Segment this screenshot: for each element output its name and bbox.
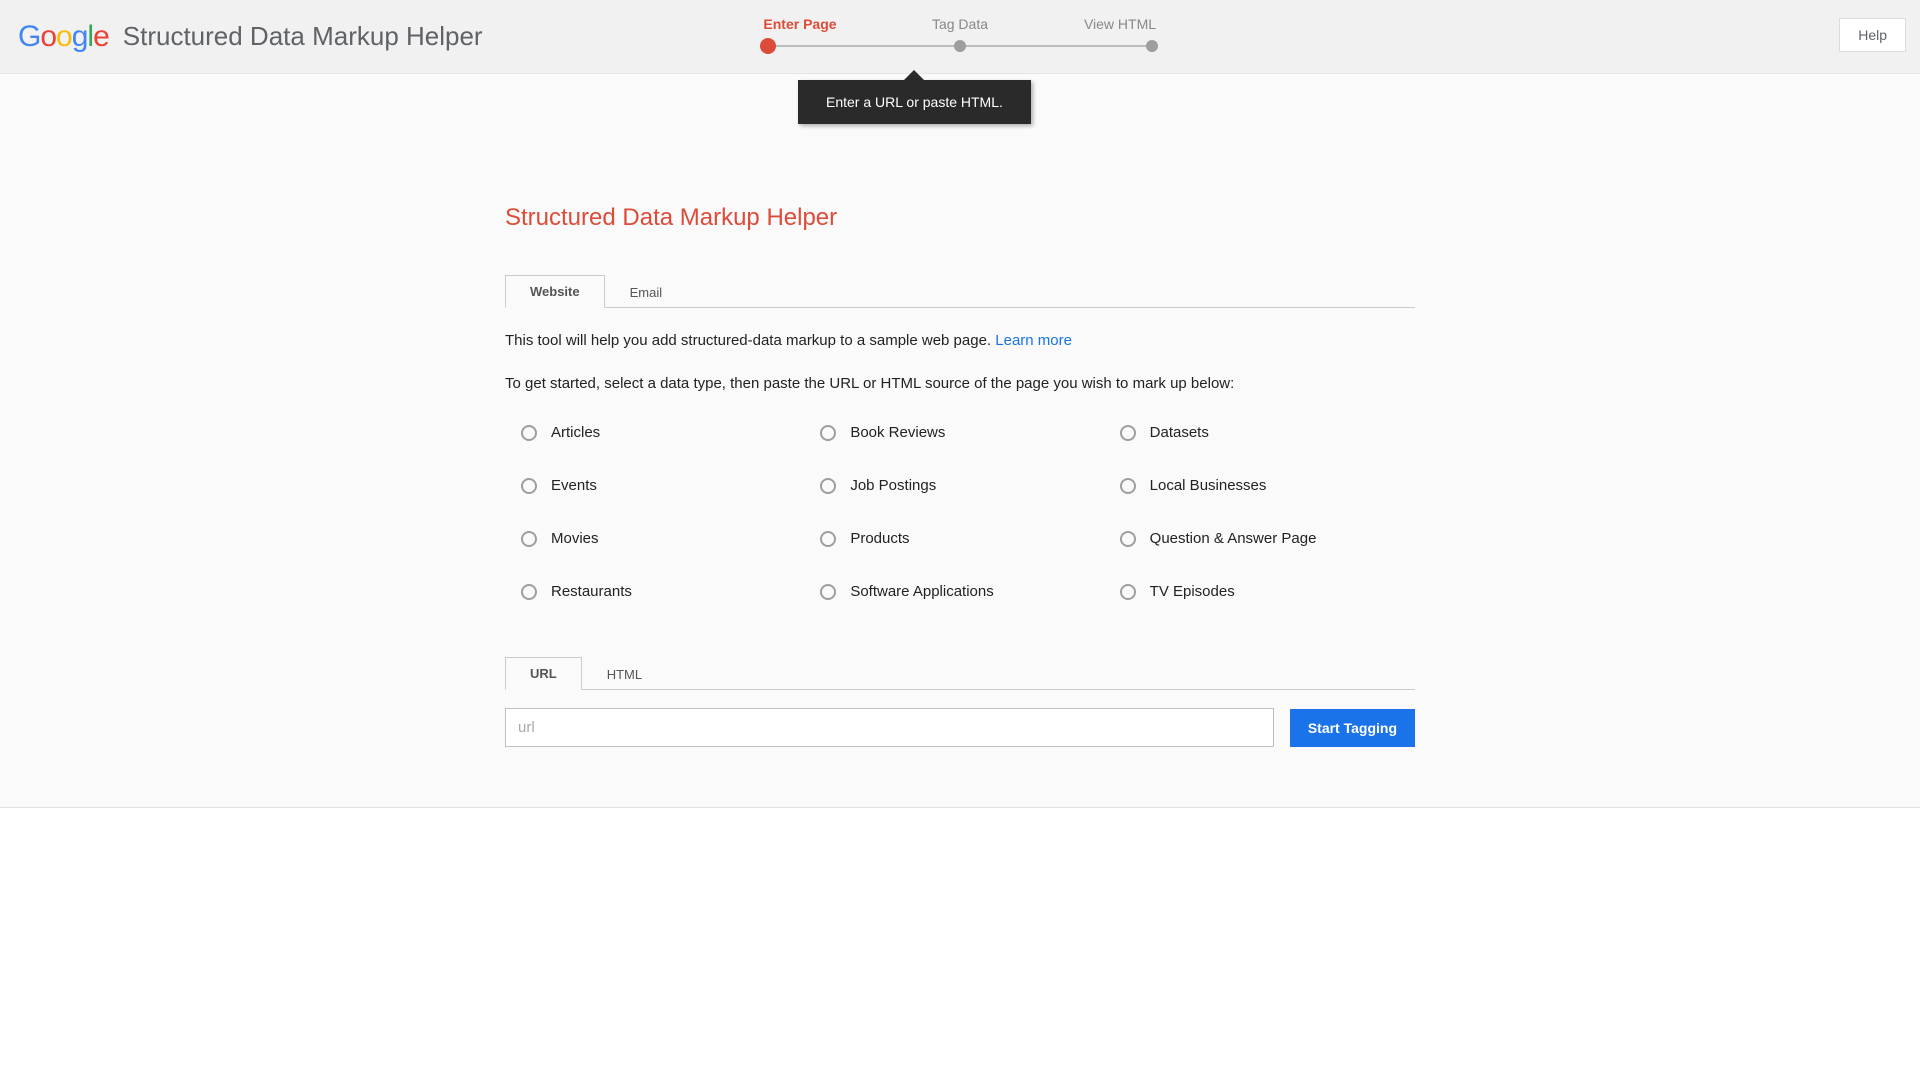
radio-icon bbox=[521, 425, 537, 441]
radio-products[interactable]: Products bbox=[820, 530, 1099, 547]
radio-label: Question & Answer Page bbox=[1150, 530, 1317, 547]
radio-local-businesses[interactable]: Local Businesses bbox=[1120, 477, 1399, 494]
tab-html[interactable]: HTML bbox=[582, 658, 667, 690]
radio-icon bbox=[1120, 584, 1136, 600]
step-tag-data[interactable]: Tag Data bbox=[880, 16, 1040, 32]
radio-label: Datasets bbox=[1150, 424, 1209, 441]
source-tabs: Website Email bbox=[505, 274, 1415, 308]
radio-label: Job Postings bbox=[850, 477, 936, 494]
stepper-line bbox=[720, 40, 1200, 52]
intro-text: This tool will help you add structured-d… bbox=[505, 332, 1415, 349]
radio-label: Events bbox=[551, 477, 597, 494]
radio-label: TV Episodes bbox=[1150, 583, 1235, 600]
page-body: Structured Data Markup Helper Website Em… bbox=[0, 74, 1920, 808]
radio-icon bbox=[521, 584, 537, 600]
radio-icon bbox=[820, 584, 836, 600]
radio-icon bbox=[820, 478, 836, 494]
url-input[interactable] bbox=[505, 708, 1274, 747]
tooltip-text: Enter a URL or paste HTML. bbox=[798, 80, 1031, 124]
step-view-html[interactable]: View HTML bbox=[1040, 16, 1200, 32]
data-type-grid: Articles Book Reviews Datasets Events Jo… bbox=[505, 424, 1415, 600]
stepper-labels: Enter Page Tag Data View HTML bbox=[720, 16, 1200, 32]
radio-icon bbox=[820, 425, 836, 441]
input-row: Start Tagging bbox=[505, 708, 1415, 747]
radio-job-postings[interactable]: Job Postings bbox=[820, 477, 1099, 494]
step-tooltip: Enter a URL or paste HTML. bbox=[798, 70, 1031, 124]
page-title: Structured Data Markup Helper bbox=[505, 204, 1415, 232]
radio-icon bbox=[1120, 531, 1136, 547]
stepper-dot-2 bbox=[954, 40, 966, 52]
tab-website[interactable]: Website bbox=[505, 275, 605, 308]
radio-events[interactable]: Events bbox=[521, 477, 800, 494]
google-logo: Google bbox=[18, 20, 109, 54]
progress-stepper: Enter Page Tag Data View HTML bbox=[720, 16, 1200, 52]
intro-text-body: This tool will help you add structured-d… bbox=[505, 332, 995, 349]
radio-icon bbox=[1120, 425, 1136, 441]
main-container: Structured Data Markup Helper Website Em… bbox=[505, 204, 1415, 747]
radio-icon bbox=[521, 478, 537, 494]
logo-area: Google Structured Data Markup Helper bbox=[18, 20, 483, 54]
radio-label: Movies bbox=[551, 530, 599, 547]
app-title: Structured Data Markup Helper bbox=[123, 21, 483, 52]
radio-software-applications[interactable]: Software Applications bbox=[820, 583, 1099, 600]
app-header: Google Structured Data Markup Helper Ent… bbox=[0, 0, 1920, 74]
instruction-text: To get started, select a data type, then… bbox=[505, 375, 1415, 392]
radio-label: Articles bbox=[551, 424, 600, 441]
tab-email[interactable]: Email bbox=[605, 276, 688, 308]
radio-label: Local Businesses bbox=[1150, 477, 1267, 494]
radio-movies[interactable]: Movies bbox=[521, 530, 800, 547]
start-tagging-button[interactable]: Start Tagging bbox=[1290, 709, 1415, 747]
radio-label: Restaurants bbox=[551, 583, 632, 600]
help-button[interactable]: Help bbox=[1839, 18, 1906, 52]
step-enter-page[interactable]: Enter Page bbox=[720, 16, 880, 32]
learn-more-link[interactable]: Learn more bbox=[995, 332, 1072, 349]
tab-url[interactable]: URL bbox=[505, 657, 582, 690]
radio-label: Products bbox=[850, 530, 909, 547]
radio-label: Software Applications bbox=[850, 583, 993, 600]
radio-datasets[interactable]: Datasets bbox=[1120, 424, 1399, 441]
stepper-dot-1 bbox=[760, 38, 776, 54]
radio-label: Book Reviews bbox=[850, 424, 945, 441]
radio-icon bbox=[1120, 478, 1136, 494]
stepper-dot-3 bbox=[1146, 40, 1158, 52]
radio-tv-episodes[interactable]: TV Episodes bbox=[1120, 583, 1399, 600]
tooltip-arrow bbox=[904, 70, 924, 80]
input-mode-tabs: URL HTML bbox=[505, 656, 1415, 690]
radio-articles[interactable]: Articles bbox=[521, 424, 800, 441]
radio-restaurants[interactable]: Restaurants bbox=[521, 583, 800, 600]
radio-icon bbox=[820, 531, 836, 547]
radio-qa-page[interactable]: Question & Answer Page bbox=[1120, 530, 1399, 547]
radio-icon bbox=[521, 531, 537, 547]
radio-book-reviews[interactable]: Book Reviews bbox=[820, 424, 1099, 441]
